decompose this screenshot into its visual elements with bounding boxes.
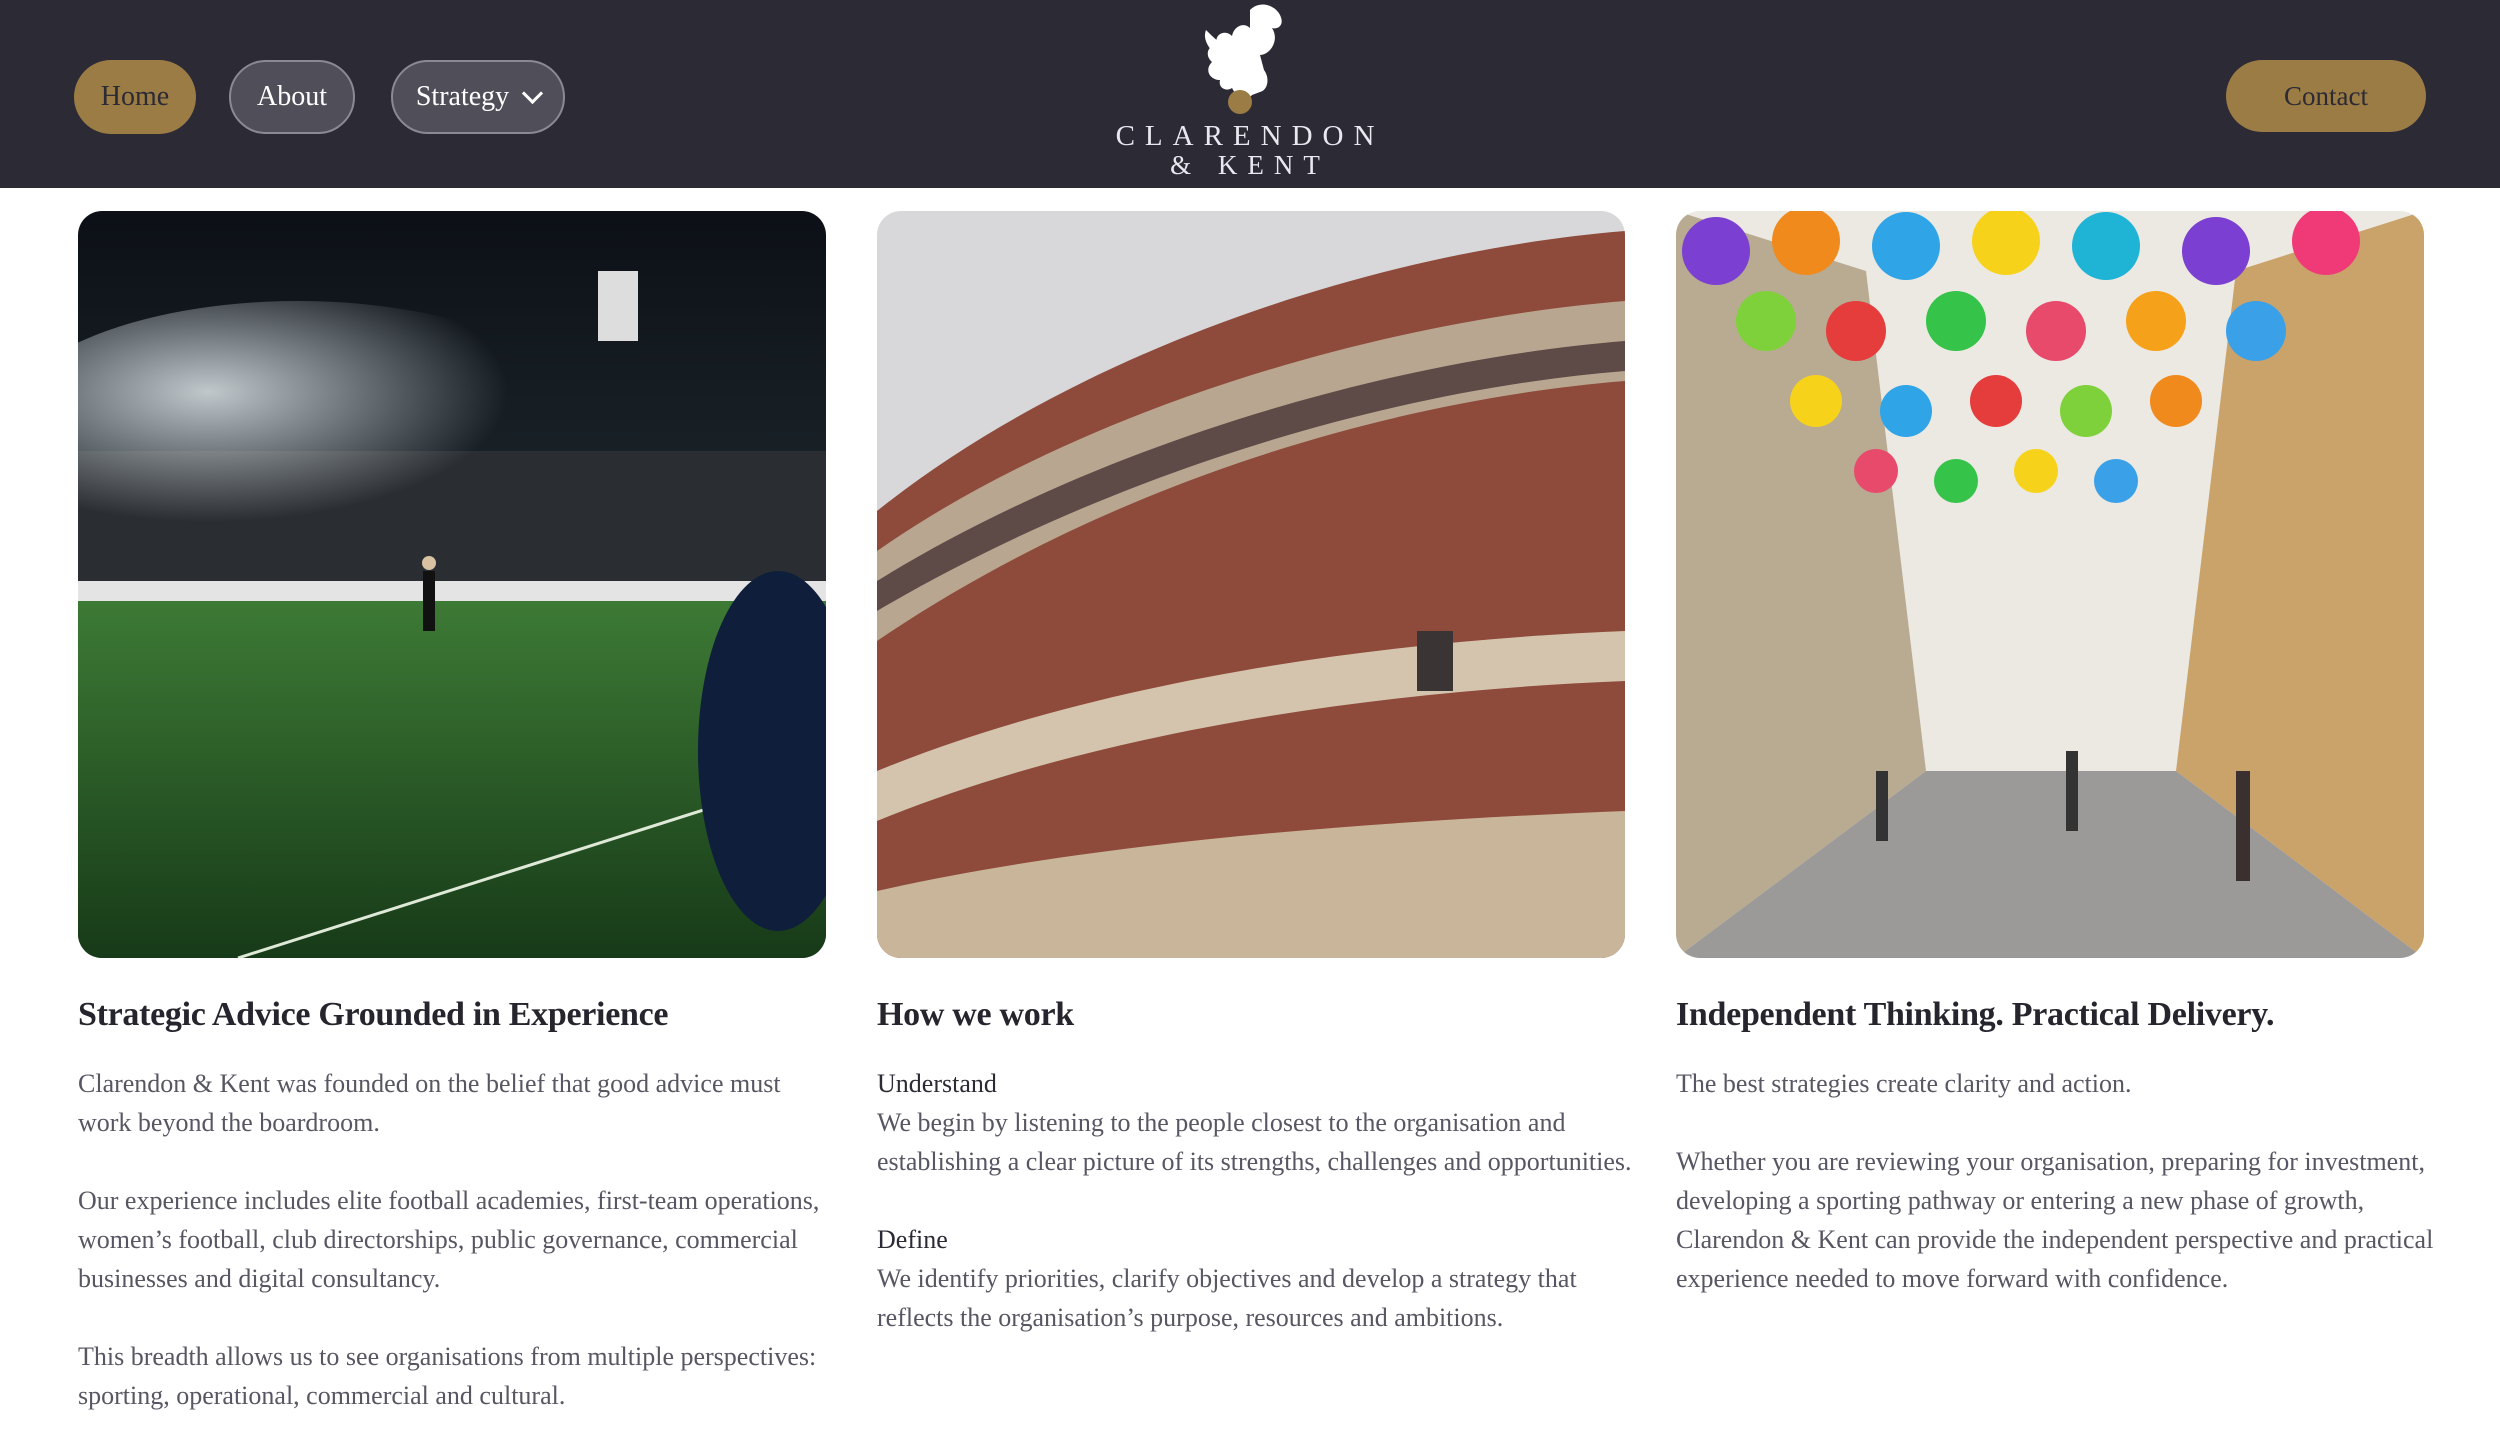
experience-column: Strategic Advice Grounded in Experience … — [78, 996, 838, 1454]
experience-paragraph-2: Our experience includes elite football a… — [78, 1186, 820, 1293]
understand-subheading: Understand — [877, 1069, 997, 1098]
how-we-work-heading: How we work — [877, 996, 1074, 1033]
royal-albert-hall-image — [877, 211, 1625, 958]
how-we-work-column: How we work Understand We begin by liste… — [877, 996, 1637, 1376]
strategy-label: Strategy — [415, 81, 510, 112]
about-button[interactable]: About — [229, 60, 355, 134]
understand-paragraph: We begin by listening to the people clos… — [877, 1108, 1632, 1176]
top-navigation-bar: Home About Strategy CLARENDON & KENT Con… — [0, 0, 2500, 188]
experience-heading: Strategic Advice Grounded in Experience — [78, 996, 669, 1033]
umbrella-street-image — [1676, 211, 2424, 958]
define-subheading: Define — [877, 1225, 948, 1254]
contact-button[interactable]: Contact — [2226, 60, 2426, 132]
independent-thinking-column: Independent Thinking. Practical Delivery… — [1676, 996, 2436, 1337]
chevron-down-icon — [522, 82, 544, 104]
independent-thinking-paragraph-2: Whether you are reviewing your organisat… — [1676, 1147, 2434, 1293]
griffin-icon — [1204, 4, 1282, 114]
brand-name-line1: CLARENDON — [1115, 120, 1385, 152]
define-paragraph: We identify priorities, clarify objectiv… — [877, 1264, 1577, 1332]
experience-paragraph-1: Clarendon & Kent was founded on the beli… — [78, 1069, 781, 1137]
experience-paragraph-3: This breadth allows us to see organisati… — [78, 1342, 817, 1410]
brand-logo[interactable]: CLARENDON & KENT — [1110, 0, 1390, 188]
brand-name-line2: & KENT — [1170, 150, 1330, 180]
football-stadium-image — [78, 211, 826, 958]
independent-thinking-paragraph-1: The best strategies create clarity and a… — [1676, 1069, 2132, 1098]
independent-thinking-heading: Independent Thinking. Practical Delivery… — [1676, 996, 2275, 1033]
strategy-dropdown-button[interactable]: Strategy — [391, 60, 565, 134]
home-button[interactable]: Home — [74, 60, 196, 134]
